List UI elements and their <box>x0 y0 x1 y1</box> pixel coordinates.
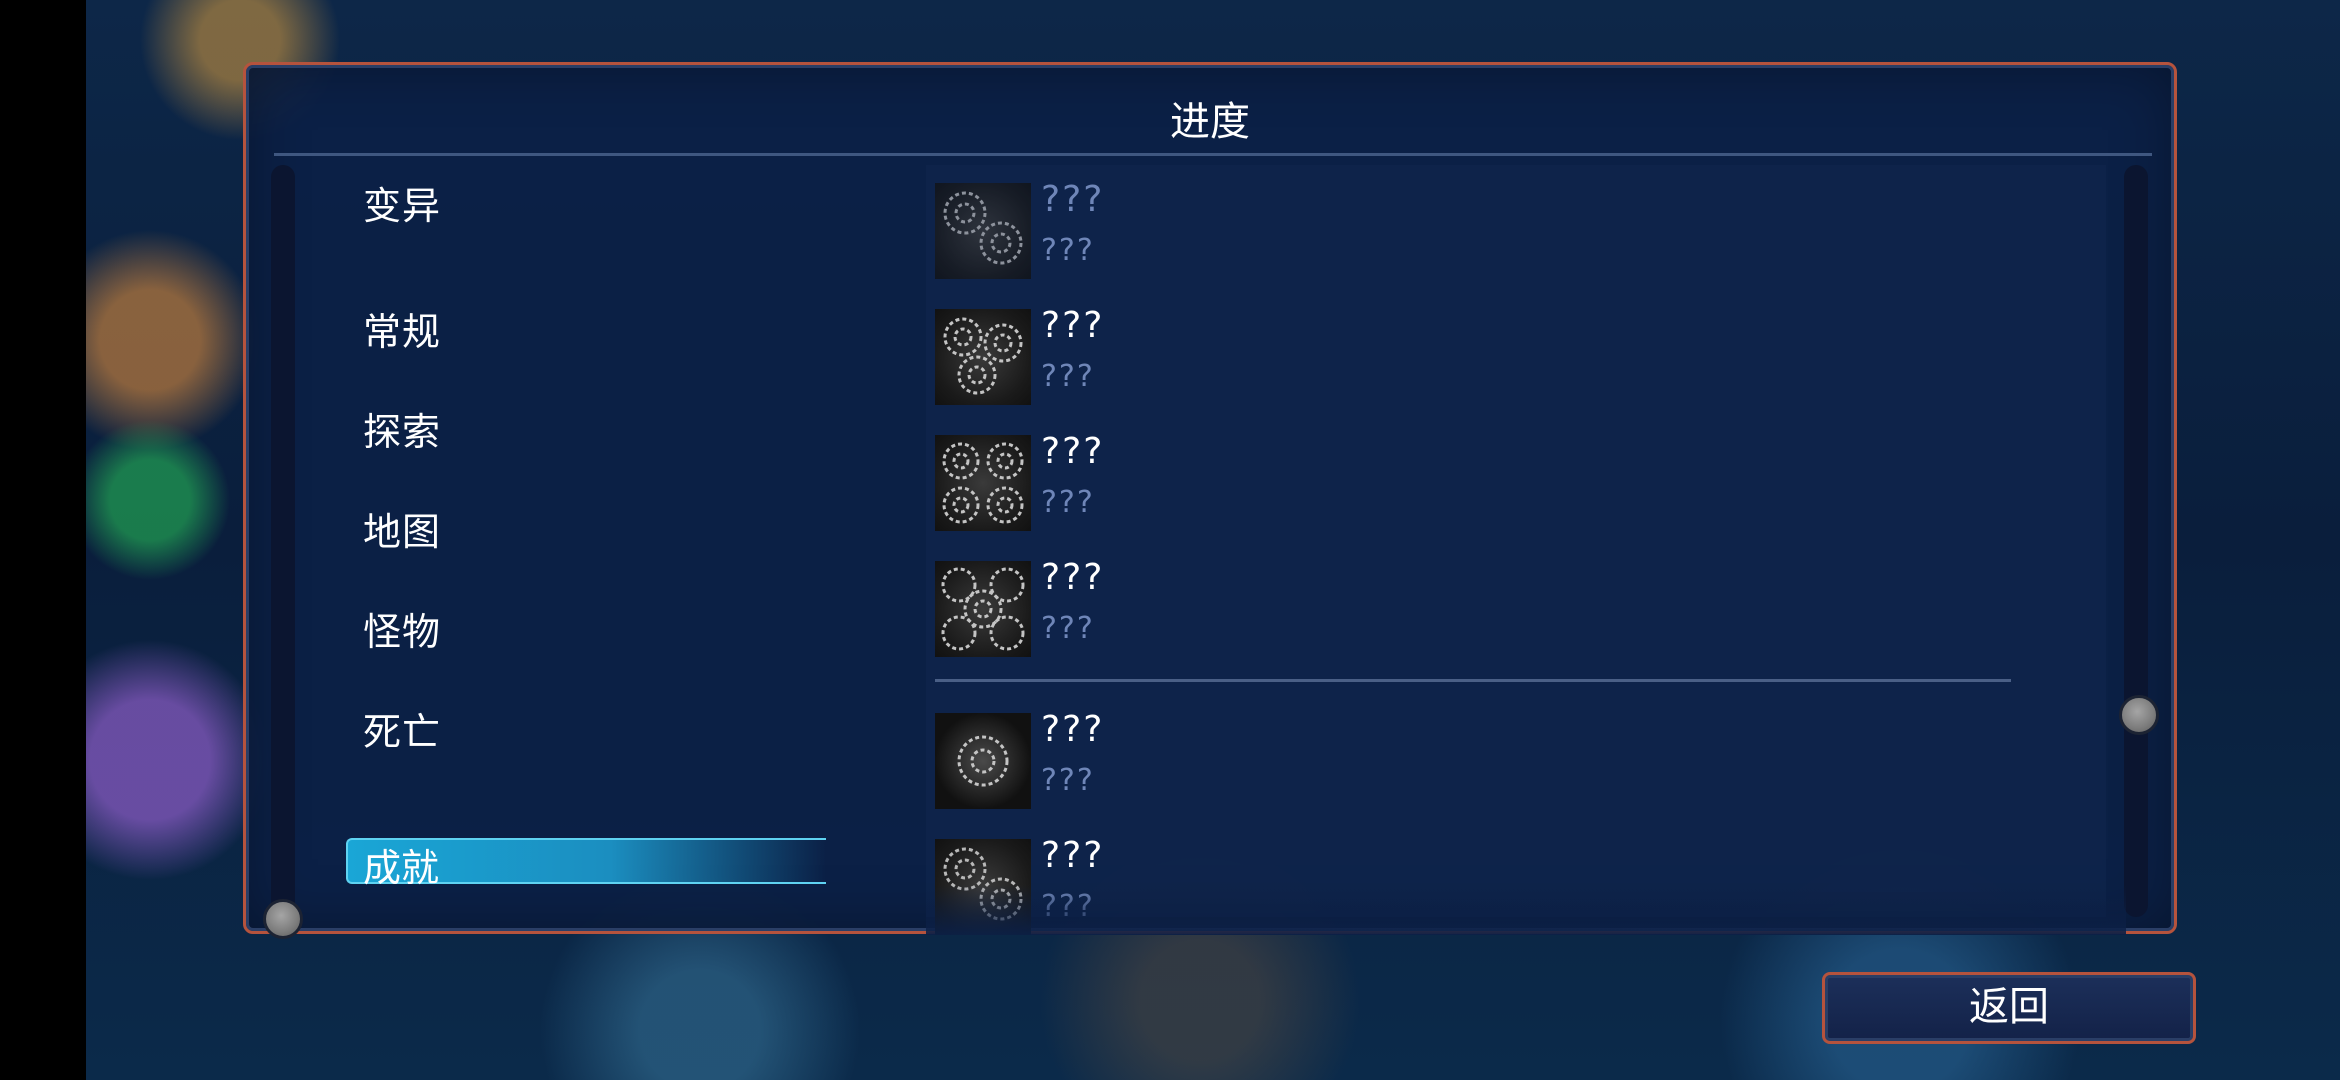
category-exploration[interactable]: 探索 <box>363 401 441 456</box>
list-bottom-fade <box>926 885 2126 935</box>
achievement-description: ??? <box>1041 359 1095 394</box>
achievement-scrollbar-thumb[interactable] <box>2119 695 2159 735</box>
category-scrollbar-thumb[interactable] <box>263 899 303 939</box>
achievement-item[interactable]: ??? ??? <box>935 557 2035 661</box>
category-scrollbar-track[interactable] <box>271 165 295 917</box>
five-gears-icon <box>935 561 1031 657</box>
achievement-description: ??? <box>1041 763 1095 798</box>
achievement-title: ??? <box>1041 179 1105 220</box>
progress-panel: 进度 变异 常规 探索 地图 怪物 死亡 成就 ??? ??? ??? ??? … <box>243 62 2177 939</box>
category-monsters[interactable]: 怪物 <box>363 601 441 656</box>
achievement-item[interactable]: ??? ??? <box>935 709 2035 813</box>
achievement-title: ??? <box>1041 305 1105 346</box>
achievement-description: ??? <box>1041 233 1095 268</box>
three-gears-icon <box>935 309 1031 405</box>
achievement-item[interactable]: ??? ??? <box>935 431 2035 535</box>
achievement-scrollbar-track[interactable] <box>2124 165 2148 917</box>
category-deaths[interactable]: 死亡 <box>363 701 441 756</box>
title-divider <box>274 153 2152 156</box>
category-map[interactable]: 地图 <box>363 501 441 556</box>
achievement-description: ??? <box>1041 611 1095 646</box>
achievement-item[interactable]: ??? ??? <box>935 305 2035 409</box>
achievement-section-divider <box>935 679 2011 682</box>
category-achievements[interactable]: 成就 <box>363 837 439 892</box>
category-mutation[interactable]: 变异 <box>363 175 441 230</box>
achievement-title: ??? <box>1041 835 1105 876</box>
screen-notch-bar <box>0 0 86 1080</box>
achievement-title: ??? <box>1041 557 1105 598</box>
achievement-title: ??? <box>1041 709 1105 750</box>
achievement-item[interactable]: ??? ??? <box>935 179 2035 283</box>
achievement-description: ??? <box>1041 485 1095 520</box>
achievement-title: ??? <box>1041 431 1105 472</box>
panel-title: 进度 <box>1170 99 1250 145</box>
category-general[interactable]: 常规 <box>363 301 441 356</box>
four-gears-icon <box>935 435 1031 531</box>
back-button[interactable]: 返回 <box>1822 972 2196 1044</box>
single-gear-icon <box>935 713 1031 809</box>
two-gears-icon <box>935 183 1031 279</box>
